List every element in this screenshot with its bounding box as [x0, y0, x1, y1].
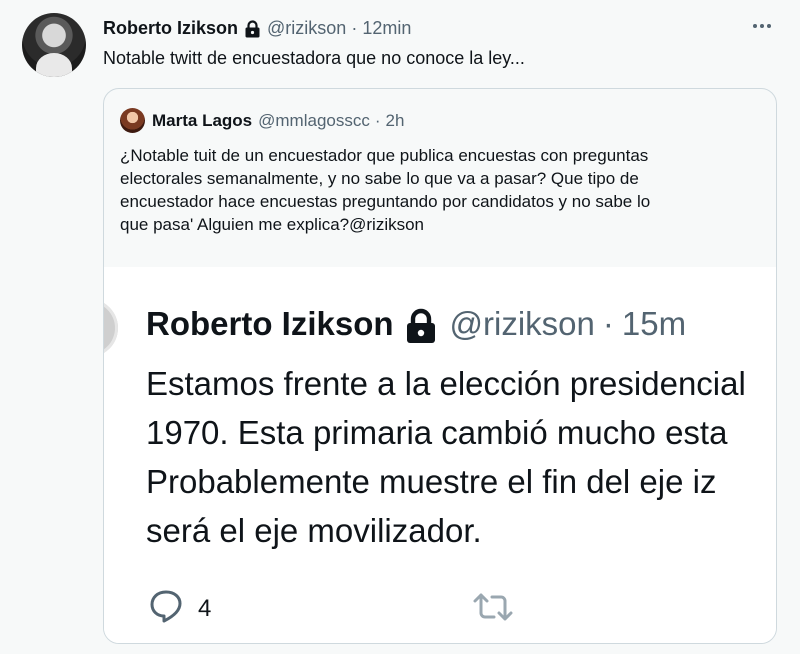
- reply-icon: [148, 589, 184, 628]
- retweet-icon: [472, 591, 514, 628]
- screenshot-author-name: Roberto Izikson: [146, 305, 394, 342]
- quoted-author-name[interactable]: Marta Lagos: [152, 111, 252, 131]
- screenshot-header: Roberto Izikson @rizikson · 15m: [146, 305, 686, 343]
- screenshot-timestamp: 15m: [621, 305, 687, 342]
- quoted-tweet-text: ¿Notable tuit de un encuestador que publ…: [120, 144, 760, 236]
- more-icon[interactable]: [748, 14, 776, 38]
- lock-icon: [244, 20, 261, 38]
- screenshot-actions: 4: [104, 567, 776, 643]
- tweet-text: Notable twitt de encuestadora que no con…: [103, 48, 525, 68]
- separator-dot: ·: [351, 17, 358, 38]
- separator-dot: ·: [602, 305, 614, 342]
- author-name[interactable]: Roberto Izikson: [103, 18, 238, 39]
- quoted-text-line: encuestador hace encuestas preguntando p…: [120, 192, 651, 211]
- timestamp[interactable]: 12min: [362, 18, 411, 39]
- tweet[interactable]: Roberto Izikson @rizikson · 12min Notabl…: [0, 0, 800, 654]
- quoted-text-line: ¿Notable tuit de un encuestador que publ…: [120, 146, 649, 165]
- separator-dot: ·: [374, 110, 381, 130]
- quoted-tweet[interactable]: Marta Lagos @mmlagosscc · 2h ¿Notable tu…: [103, 88, 777, 644]
- quoted-tweet-header: Marta Lagos @mmlagosscc · 2h: [120, 108, 404, 133]
- quoted-author-handle[interactable]: @mmlagosscc: [258, 111, 370, 131]
- screenshot-avatar: [104, 299, 118, 357]
- tweet-header: Roberto Izikson @rizikson · 12min: [103, 16, 411, 40]
- reply-count: 4: [198, 594, 212, 622]
- screenshot-text-line: Probablemente muestre el fin del eje iz: [146, 463, 717, 500]
- author-handle[interactable]: @rizikson: [267, 18, 346, 39]
- quoted-timestamp[interactable]: 2h: [386, 111, 405, 131]
- screenshot-author-handle: @rizikson: [449, 305, 595, 342]
- screenshot-text-line: 1970. Esta primaria cambió mucho esta: [146, 414, 728, 451]
- quoted-avatar[interactable]: [120, 108, 145, 133]
- avatar[interactable]: [22, 13, 86, 77]
- lock-icon: [404, 308, 438, 344]
- reply-action: 4: [148, 589, 211, 628]
- screenshot-text-line: Estamos frente a la elección presidencia…: [146, 365, 746, 402]
- quoted-text-line: electorales semanalmente, y no sabe lo q…: [120, 169, 639, 188]
- screenshot-image[interactable]: Roberto Izikson @rizikson · 15m Estamos …: [104, 267, 776, 567]
- screenshot-text-line: será el eje movilizador.: [146, 512, 482, 549]
- quoted-text-line: que pasa' Alguien me explica?@rizikson: [120, 215, 425, 234]
- screenshot-text: Estamos frente a la elección presidencia…: [146, 359, 746, 555]
